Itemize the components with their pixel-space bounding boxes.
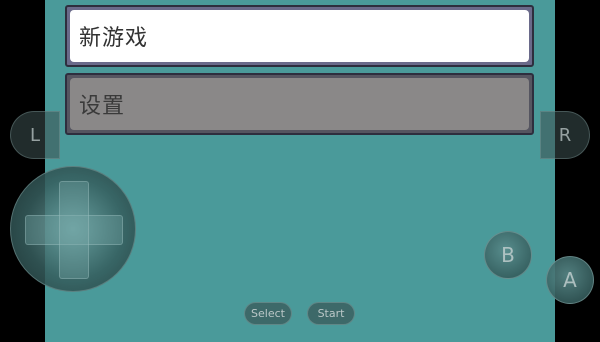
l-button-label: L [29, 124, 41, 146]
l-shoulder-button[interactable]: L [10, 111, 60, 159]
b-button[interactable]: B [484, 231, 532, 279]
b-button-label: B [501, 243, 515, 267]
dpad-vertical-arm [59, 181, 89, 279]
start-button[interactable]: Start [307, 302, 355, 325]
menu-item-settings-fill: 设置 [70, 78, 529, 130]
emulator-stage: 新游戏 设置 L R B A Select Start [0, 0, 600, 342]
menu-item-settings[interactable]: 设置 [65, 73, 534, 135]
menu-item-new-game[interactable]: 新游戏 [65, 5, 534, 67]
a-button[interactable]: A [546, 256, 594, 304]
r-button-label: R [558, 124, 572, 146]
select-button-label: Select [251, 307, 285, 320]
r-shoulder-button[interactable]: R [540, 111, 590, 159]
menu-item-label: 设置 [79, 94, 126, 119]
select-button[interactable]: Select [244, 302, 292, 325]
game-screen: 新游戏 设置 [45, 0, 555, 342]
a-button-label: A [563, 268, 577, 292]
start-button-label: Start [317, 307, 345, 320]
menu-item-label: 新游戏 [79, 26, 149, 51]
dpad-icon[interactable] [10, 166, 136, 292]
menu-item-new-game-fill: 新游戏 [70, 10, 529, 62]
